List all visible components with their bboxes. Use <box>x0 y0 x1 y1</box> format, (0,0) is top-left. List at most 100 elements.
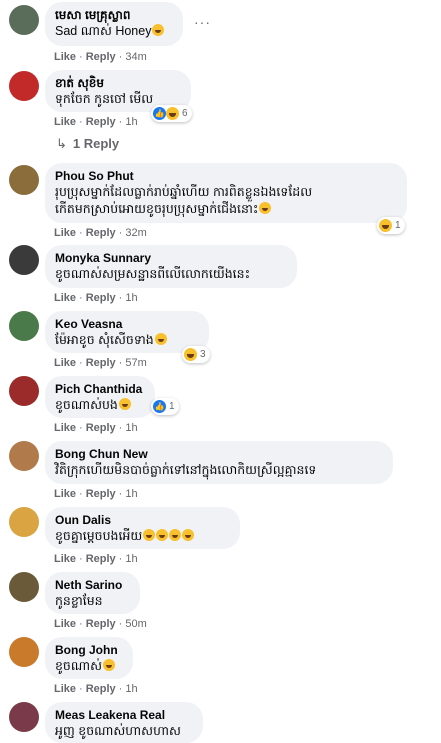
haha-reaction-icon <box>166 107 179 120</box>
comment-timestamp[interactable]: 1h <box>125 683 137 695</box>
comment-author[interactable]: Bong John <box>55 643 123 658</box>
comment-actions: Like · Reply · 1h <box>54 422 138 434</box>
comment-actions: Like · Reply · 1h <box>54 683 138 695</box>
rofl-emoji-icon <box>143 529 156 541</box>
comment-author[interactable]: Oun Dalis <box>55 513 230 528</box>
reply-button[interactable]: Reply <box>86 422 116 434</box>
comment-timestamp[interactable]: 1h <box>125 488 137 500</box>
like-button[interactable]: Like <box>54 553 76 565</box>
comment-author[interactable]: Neth Sarino <box>55 578 130 593</box>
like-button[interactable]: Like <box>54 116 76 128</box>
laughing-emoji-icon <box>154 333 167 345</box>
like-button[interactable]: Like <box>54 422 76 434</box>
haha-reaction-icon <box>379 219 392 232</box>
reply-button[interactable]: Reply <box>86 553 116 565</box>
rofl-emoji-icon <box>156 529 169 541</box>
laughing-emoji-icon <box>118 398 131 410</box>
comment-text: អូញ ខូចណាស់ហាសហាស <box>55 724 181 738</box>
laughing-emoji-icon <box>103 659 115 671</box>
avatar[interactable] <box>9 245 39 275</box>
comment-bubble: Pich Chanthida ខូចណាស់បង <box>45 376 155 418</box>
reply-button[interactable]: Reply <box>86 51 116 63</box>
reaction-count: 1 <box>169 401 175 412</box>
like-button[interactable]: Like <box>54 227 76 239</box>
like-button[interactable]: Like <box>54 292 76 304</box>
comment-timestamp[interactable]: 50m <box>125 618 146 630</box>
like-button[interactable]: Like <box>54 618 76 630</box>
comment-text: ខូចណាស់បង <box>55 397 145 414</box>
reply-button[interactable]: Reply <box>86 618 116 630</box>
comment-author[interactable]: Keo Veasna <box>55 317 199 332</box>
comment-author[interactable]: Phou So Phut <box>55 169 397 184</box>
reaction-summary[interactable]: 👍 1 <box>151 398 179 415</box>
comment-timestamp[interactable]: 34m <box>125 51 146 63</box>
comment-author[interactable]: Monyka Sunnary <box>55 251 287 266</box>
view-replies-label: 1 Reply <box>72 136 120 151</box>
avatar[interactable] <box>9 71 39 101</box>
comment-timestamp[interactable]: 32m <box>125 227 146 239</box>
comment-text: ម៉ែអាខូច សុំសើចទាង <box>55 332 199 349</box>
avatar[interactable] <box>9 5 39 35</box>
reply-button[interactable]: Reply <box>86 227 116 239</box>
reply-button[interactable]: Reply <box>86 116 116 128</box>
reaction-summary[interactable]: 1 <box>377 217 405 234</box>
comment-text: ខូចណាស់ <box>55 658 123 675</box>
comment-text: Sad ណាស់ Honey <box>55 23 173 40</box>
comment-bubble: Monyka Sunnary ខូចណាស់សម្រសន្ឋានពីលើលោកយ… <box>45 245 297 288</box>
comment-actions: Like · Reply · 1h <box>54 292 138 304</box>
comment-bubble: Bong John ខូចណាស់ <box>45 637 133 679</box>
comment-text-body: Sad ណាស់ Honey <box>55 24 152 38</box>
comment-author[interactable]: មេសា មេគ្រុស្លាព <box>55 8 173 23</box>
reply-button[interactable]: Reply <box>86 683 116 695</box>
reaction-summary[interactable]: 3 <box>182 346 210 363</box>
avatar[interactable] <box>9 311 39 341</box>
reaction-count: 1 <box>395 220 401 231</box>
comment-timestamp[interactable]: 57m <box>125 357 146 369</box>
comment-author[interactable]: Pich Chanthida <box>55 382 145 397</box>
comment-timestamp[interactable]: 1h <box>125 292 137 304</box>
view-replies-link[interactable]: ↳ 1 Reply <box>56 136 119 152</box>
avatar[interactable] <box>9 165 39 195</box>
like-button[interactable]: Like <box>54 357 76 369</box>
like-button[interactable]: Like <box>54 488 76 500</box>
like-button[interactable]: Like <box>54 51 76 63</box>
haha-reaction-icon <box>184 348 197 361</box>
comment-text-line: រុបប្រុសម្នាក់ដែលធ្លាក់រាប់ឆ្នាំហើយ ការព… <box>55 185 313 199</box>
comment-text: ខូចណាស់សម្រសន្ឋានពីលើលោកយើងនេះ <box>55 267 251 281</box>
rofl-emoji-icon <box>182 529 195 541</box>
reply-button[interactable]: Reply <box>86 292 116 304</box>
comment-actions: Like · Reply · 32m <box>54 227 147 239</box>
laughing-emoji-icon <box>259 202 272 214</box>
comment-text: វិតិក្រុកហើយមិនបាច់ធ្លាក់ទៅនៅក្នុងលោកិយស… <box>55 463 317 477</box>
comment-text-line: កើតមកស្រាប់អោយខូចរុបប្រុសម្នាក់ជើងនោះ <box>55 201 397 218</box>
comment-author[interactable]: Bong Chun New <box>55 447 383 462</box>
more-options-icon[interactable]: ··· <box>194 14 211 30</box>
like-button[interactable]: Like <box>54 683 76 695</box>
comment-timestamp[interactable]: 1h <box>125 422 137 434</box>
reaction-count: 3 <box>200 349 206 360</box>
comment-actions: Like · Reply · 34m <box>54 51 147 63</box>
comment-text-body: កើតមកស្រាប់អោយខូចរុបប្រុសម្នាក់ជើងនោះ <box>55 202 259 216</box>
avatar[interactable] <box>9 441 39 471</box>
avatar[interactable] <box>9 507 39 537</box>
comment-bubble: Phou So Phut រុបប្រុសម្នាក់ដែលធ្លាក់រាប់… <box>45 163 407 223</box>
comment-bubble: Meas Leakena Real អូញ ខូចណាស់ហាសហាស <box>45 702 203 743</box>
avatar[interactable] <box>9 637 39 667</box>
reply-button[interactable]: Reply <box>86 357 116 369</box>
avatar[interactable] <box>9 376 39 406</box>
comment-actions: Like · Reply · 1h <box>54 553 138 565</box>
comment-text-body: ម៉ែអាខូច សុំសើចទាង <box>55 333 154 347</box>
reaction-summary[interactable]: 👍 6 <box>151 105 192 122</box>
comment-bubble: Oun Dalis ខូចគ្នាម្តេចបងអើយ <box>45 507 240 549</box>
comment-timestamp[interactable]: 1h <box>125 116 137 128</box>
comment-bubble: មេសា មេគ្រុស្លាព Sad ណាស់ Honey <box>45 2 183 46</box>
comment-author[interactable]: Meas Leakena Real <box>55 708 193 723</box>
rofl-emoji-icon <box>169 529 182 541</box>
avatar[interactable] <box>9 572 39 602</box>
comment-author[interactable]: ខាត់ សុខិម <box>55 76 181 91</box>
reply-arrow-icon: ↳ <box>56 136 67 151</box>
reply-button[interactable]: Reply <box>86 488 116 500</box>
comment-timestamp[interactable]: 1h <box>125 553 137 565</box>
comment-text: ខូចគ្នាម្តេចបងអើយ <box>55 528 230 545</box>
avatar[interactable] <box>9 702 39 732</box>
